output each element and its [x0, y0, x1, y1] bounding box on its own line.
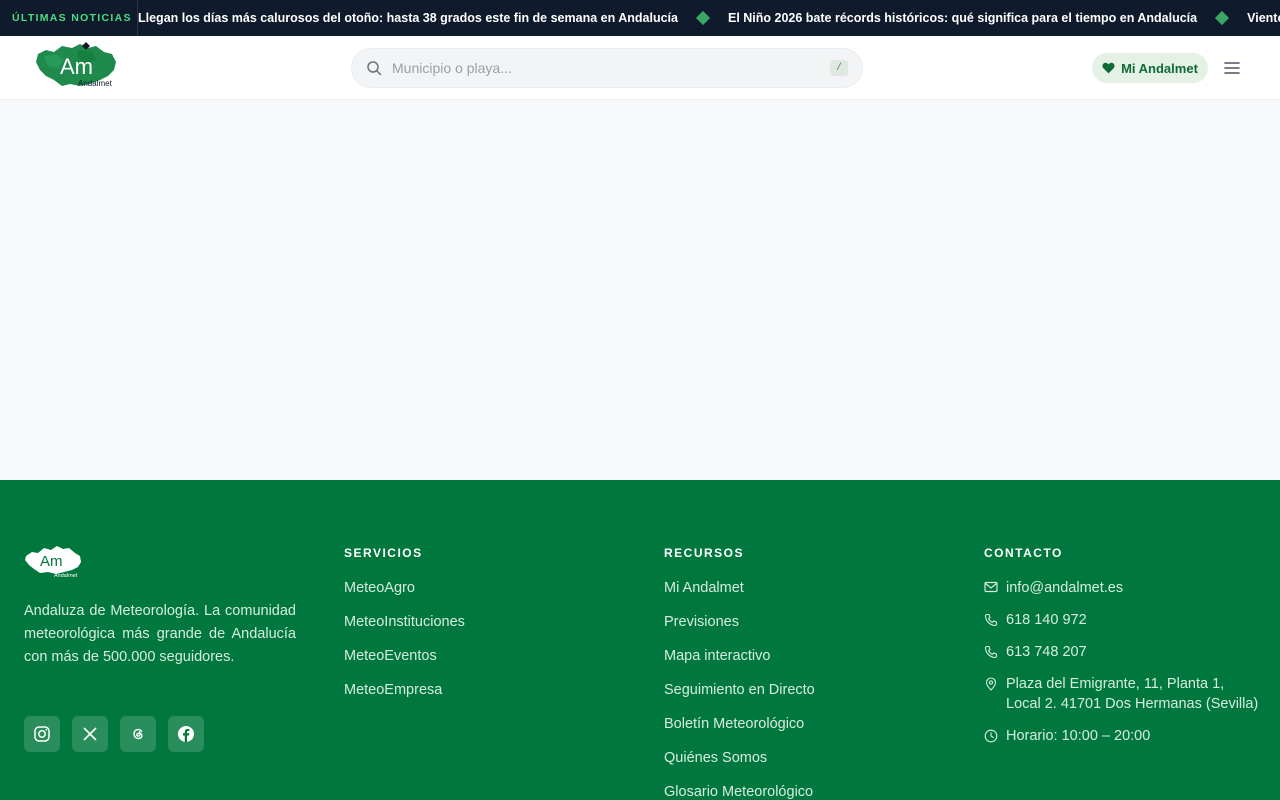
site-header: Am Andalmet / Mi Andalmet: [0, 36, 1280, 100]
ticker-item[interactable]: Viento de levante en el Estrecho: [1247, 11, 1280, 25]
contact-address: Plaza del Emigrante, 11, Planta 1, Local…: [1006, 674, 1258, 714]
x-link[interactable]: [72, 716, 108, 752]
servicios-heading: SERVICIOS: [344, 546, 423, 560]
footer-logo-subtext: Andalmet: [54, 573, 78, 579]
mi-andalmet-link[interactable]: Mi Andalmet: [664, 580, 744, 596]
footer-description: Andaluza de Meteorología. La comunidad m…: [24, 603, 296, 665]
ticker-item-text: Viento de levante en el Estrecho: [1247, 11, 1280, 25]
address-line-2: Local 2. 41701 Dos Hermanas (Sevilla): [1006, 696, 1259, 712]
site-logo[interactable]: Am Andalmet: [34, 40, 120, 90]
facebook-link[interactable]: [168, 716, 204, 752]
meteoempresa-link[interactable]: MeteoEmpresa: [344, 682, 442, 698]
ticker-item-text: El Niño 2026 bate récords históricos: qu…: [727, 11, 1198, 25]
contact-email-row[interactable]: info@andalmet.es: [984, 578, 1274, 598]
facebook-icon: [178, 726, 194, 742]
glosario-link[interactable]: Glosario Meteorológico: [664, 784, 813, 800]
recursos-heading: RECURSOS: [664, 546, 745, 560]
servicios-list: MeteoAgro MeteoInstituciones MeteoEvento…: [344, 580, 465, 716]
contact-phone-1[interactable]: 618 140 972: [1006, 610, 1087, 630]
contact-hours: Horario: 10:00 – 20:00: [1006, 728, 1151, 744]
andalucia-map-icon: Am Andalmet: [36, 42, 116, 88]
seguimiento-directo-link[interactable]: Seguimiento en Directo: [664, 682, 815, 698]
boletin-link[interactable]: Boletín Meteorológico: [664, 716, 804, 732]
contact-address-row: Plaza del Emigrante, 11, Planta 1, Local…: [984, 674, 1274, 714]
quienes-somos-link[interactable]: Quiénes Somos: [664, 750, 767, 766]
logo-subtext: Andalmet: [78, 79, 113, 88]
footer-link-item: Glosario Meteorológico: [664, 784, 815, 800]
keyboard-shortcut-hint: /: [830, 60, 848, 76]
heart-icon: [1102, 62, 1115, 74]
contact-phone-row[interactable]: 618 140 972: [984, 610, 1274, 630]
footer-link-item: MeteoAgro: [344, 580, 465, 614]
contact-info: info@andalmet.es 618 140 972 613 748 207…: [984, 578, 1274, 758]
ticker-item[interactable]: El Niño 2026 bate récords históricos: qu…: [728, 11, 1197, 25]
recursos-list: Mi Andalmet Previsiones Mapa interactivo…: [664, 580, 815, 800]
andalucia-map-icon: Am Andalmet: [25, 546, 81, 579]
instagram-link[interactable]: [24, 716, 60, 752]
hamburger-menu-button[interactable]: [1222, 58, 1242, 78]
footer-link-item: Mapa interactivo: [664, 648, 815, 682]
meteoinstituciones-link[interactable]: MeteoInstituciones: [344, 614, 465, 630]
contacto-heading: CONTACTO: [984, 546, 1063, 560]
contact-phone-row[interactable]: 613 748 207: [984, 642, 1274, 662]
meteoagro-link[interactable]: MeteoAgro: [344, 580, 415, 596]
menu-icon: [1224, 62, 1240, 74]
diamond-icon: [695, 10, 711, 26]
footer-logo-text: Am: [40, 553, 63, 570]
ticker-track: Llegan los días más calurosos del otoño:…: [0, 0, 1280, 36]
footer-link-item: MeteoInstituciones: [344, 614, 465, 648]
footer-link-item: Previsiones: [664, 614, 815, 648]
ticker-item-text: Llegan los días más calurosos del otoño:…: [138, 11, 678, 25]
footer-link-item: Quiénes Somos: [664, 750, 815, 784]
footer-link-item: Seguimiento en Directo: [664, 682, 815, 716]
search-input[interactable]: [392, 57, 812, 79]
meteoeventos-link[interactable]: MeteoEventos: [344, 648, 437, 664]
footer-link-item: MeteoEmpresa: [344, 682, 465, 716]
x-icon: [83, 727, 97, 741]
address-line-1: Plaza del Emigrante, 11, Planta 1,: [1006, 676, 1225, 692]
logo-text: Am: [60, 54, 93, 79]
site-footer: Am Andalmet Andaluza de Meteorología. La…: [0, 480, 1280, 800]
social-links: [24, 716, 204, 752]
phone-icon: [984, 613, 998, 627]
footer-link-item: Mi Andalmet: [664, 580, 815, 614]
location-pin-icon: [985, 677, 997, 691]
mapa-interactivo-link[interactable]: Mapa interactivo: [664, 648, 770, 664]
mi-andalmet-button[interactable]: Mi Andalmet: [1092, 53, 1208, 83]
clock-icon: [984, 729, 998, 743]
footer-link-item: Boletín Meteorológico: [664, 716, 815, 750]
threads-link[interactable]: [120, 716, 156, 752]
contact-phone-2[interactable]: 613 748 207: [1006, 642, 1087, 662]
mi-andalmet-label: Mi Andalmet: [1121, 60, 1198, 76]
footer-link-item: MeteoEventos: [344, 648, 465, 682]
main-content: [0, 100, 1280, 480]
footer-logo[interactable]: Am Andalmet: [24, 544, 82, 580]
ticker-label: ÚLTIMAS NOTICIAS: [0, 0, 138, 36]
instagram-icon: [34, 726, 50, 742]
mail-icon: [984, 581, 998, 593]
news-ticker: Llegan los días más calurosos del otoño:…: [0, 0, 1280, 36]
contact-hours-row: Horario: 10:00 – 20:00: [984, 726, 1274, 746]
search-bar[interactable]: /: [351, 48, 863, 88]
contact-email[interactable]: info@andalmet.es: [1006, 578, 1123, 598]
threads-icon: [133, 728, 143, 740]
search-icon: [367, 61, 382, 76]
phone-icon: [984, 645, 998, 659]
diamond-icon: [1215, 10, 1230, 26]
previsiones-link[interactable]: Previsiones: [664, 614, 739, 630]
